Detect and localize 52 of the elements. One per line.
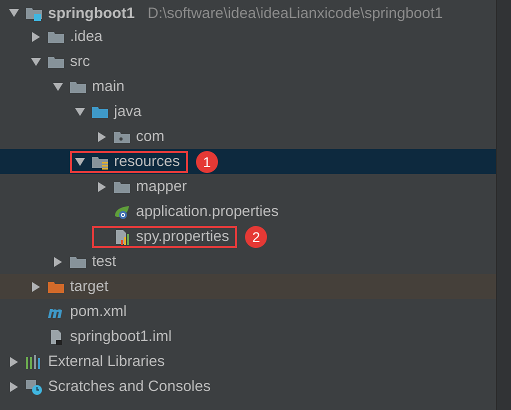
node-label: java: [114, 103, 142, 120]
collapsed-arrow-icon[interactable]: [8, 380, 20, 392]
tree-row[interactable]: External Libraries: [0, 349, 496, 374]
tree-row[interactable]: com: [0, 124, 496, 149]
collapsed-arrow-icon[interactable]: [52, 256, 64, 268]
tree-row[interactable]: Scratches and Consoles: [0, 374, 496, 399]
collapsed-arrow-icon[interactable]: [96, 130, 108, 142]
expanded-arrow-icon[interactable]: [52, 80, 64, 92]
tree-row[interactable]: application.properties: [0, 199, 496, 224]
tree-row[interactable]: .idea: [0, 24, 496, 49]
expanded-arrow-icon[interactable]: [30, 56, 42, 68]
node-label: External Libraries: [48, 353, 165, 370]
collapsed-arrow-icon[interactable]: [8, 356, 20, 368]
node-label: pom.xml: [70, 303, 127, 320]
tree-row[interactable]: spy.properties 2: [0, 224, 496, 249]
tree-row[interactable]: pom.xml: [0, 299, 496, 324]
tree-row[interactable]: src: [0, 49, 496, 74]
scratches-clock-icon: [25, 378, 43, 394]
tree-row[interactable]: springboot1.iml: [0, 324, 496, 349]
node-label: spy.properties: [136, 228, 230, 245]
node-label: springboot1.iml: [70, 328, 172, 345]
tree-row[interactable]: main: [0, 74, 496, 99]
tree-row[interactable]: mapper: [0, 174, 496, 199]
node-label: target: [70, 278, 108, 295]
properties-file-icon: [113, 228, 131, 244]
collapsed-arrow-icon[interactable]: [30, 30, 42, 42]
collapsed-arrow-icon[interactable]: [96, 180, 108, 192]
node-label: springboot1: [48, 4, 135, 22]
callout-number: 1: [196, 150, 218, 172]
tree-row[interactable]: java: [0, 99, 496, 124]
tree-row[interactable]: resources 1: [0, 149, 496, 174]
expanded-arrow-icon[interactable]: [8, 7, 20, 19]
expanded-arrow-icon[interactable]: [74, 106, 86, 118]
tree-row[interactable]: target: [0, 274, 496, 299]
expanded-arrow-icon[interactable]: [74, 156, 86, 168]
module-folder-icon: [25, 5, 43, 21]
node-label: application.properties: [136, 203, 279, 220]
node-label: .idea: [70, 28, 103, 45]
node-label: com: [136, 128, 164, 145]
spring-leaf-icon: [113, 204, 131, 220]
node-label: resources: [114, 153, 180, 170]
node-label: main: [92, 78, 125, 95]
libraries-icon: [25, 354, 43, 370]
node-label: Scratches and Consoles: [48, 378, 211, 395]
node-path: D:\software\idea\ideaLianxicode\springboot1: [148, 4, 443, 22]
tree-row[interactable]: test: [0, 249, 496, 274]
callout-number: 2: [245, 226, 268, 248]
node-label: test: [92, 253, 116, 270]
tree-row[interactable]: springboot1 D:\software\idea\ideaLianxicode\springboot1: [0, 2, 496, 24]
collapsed-arrow-icon[interactable]: [30, 280, 42, 292]
node-label: src: [70, 53, 90, 70]
node-label: mapper: [136, 178, 187, 195]
